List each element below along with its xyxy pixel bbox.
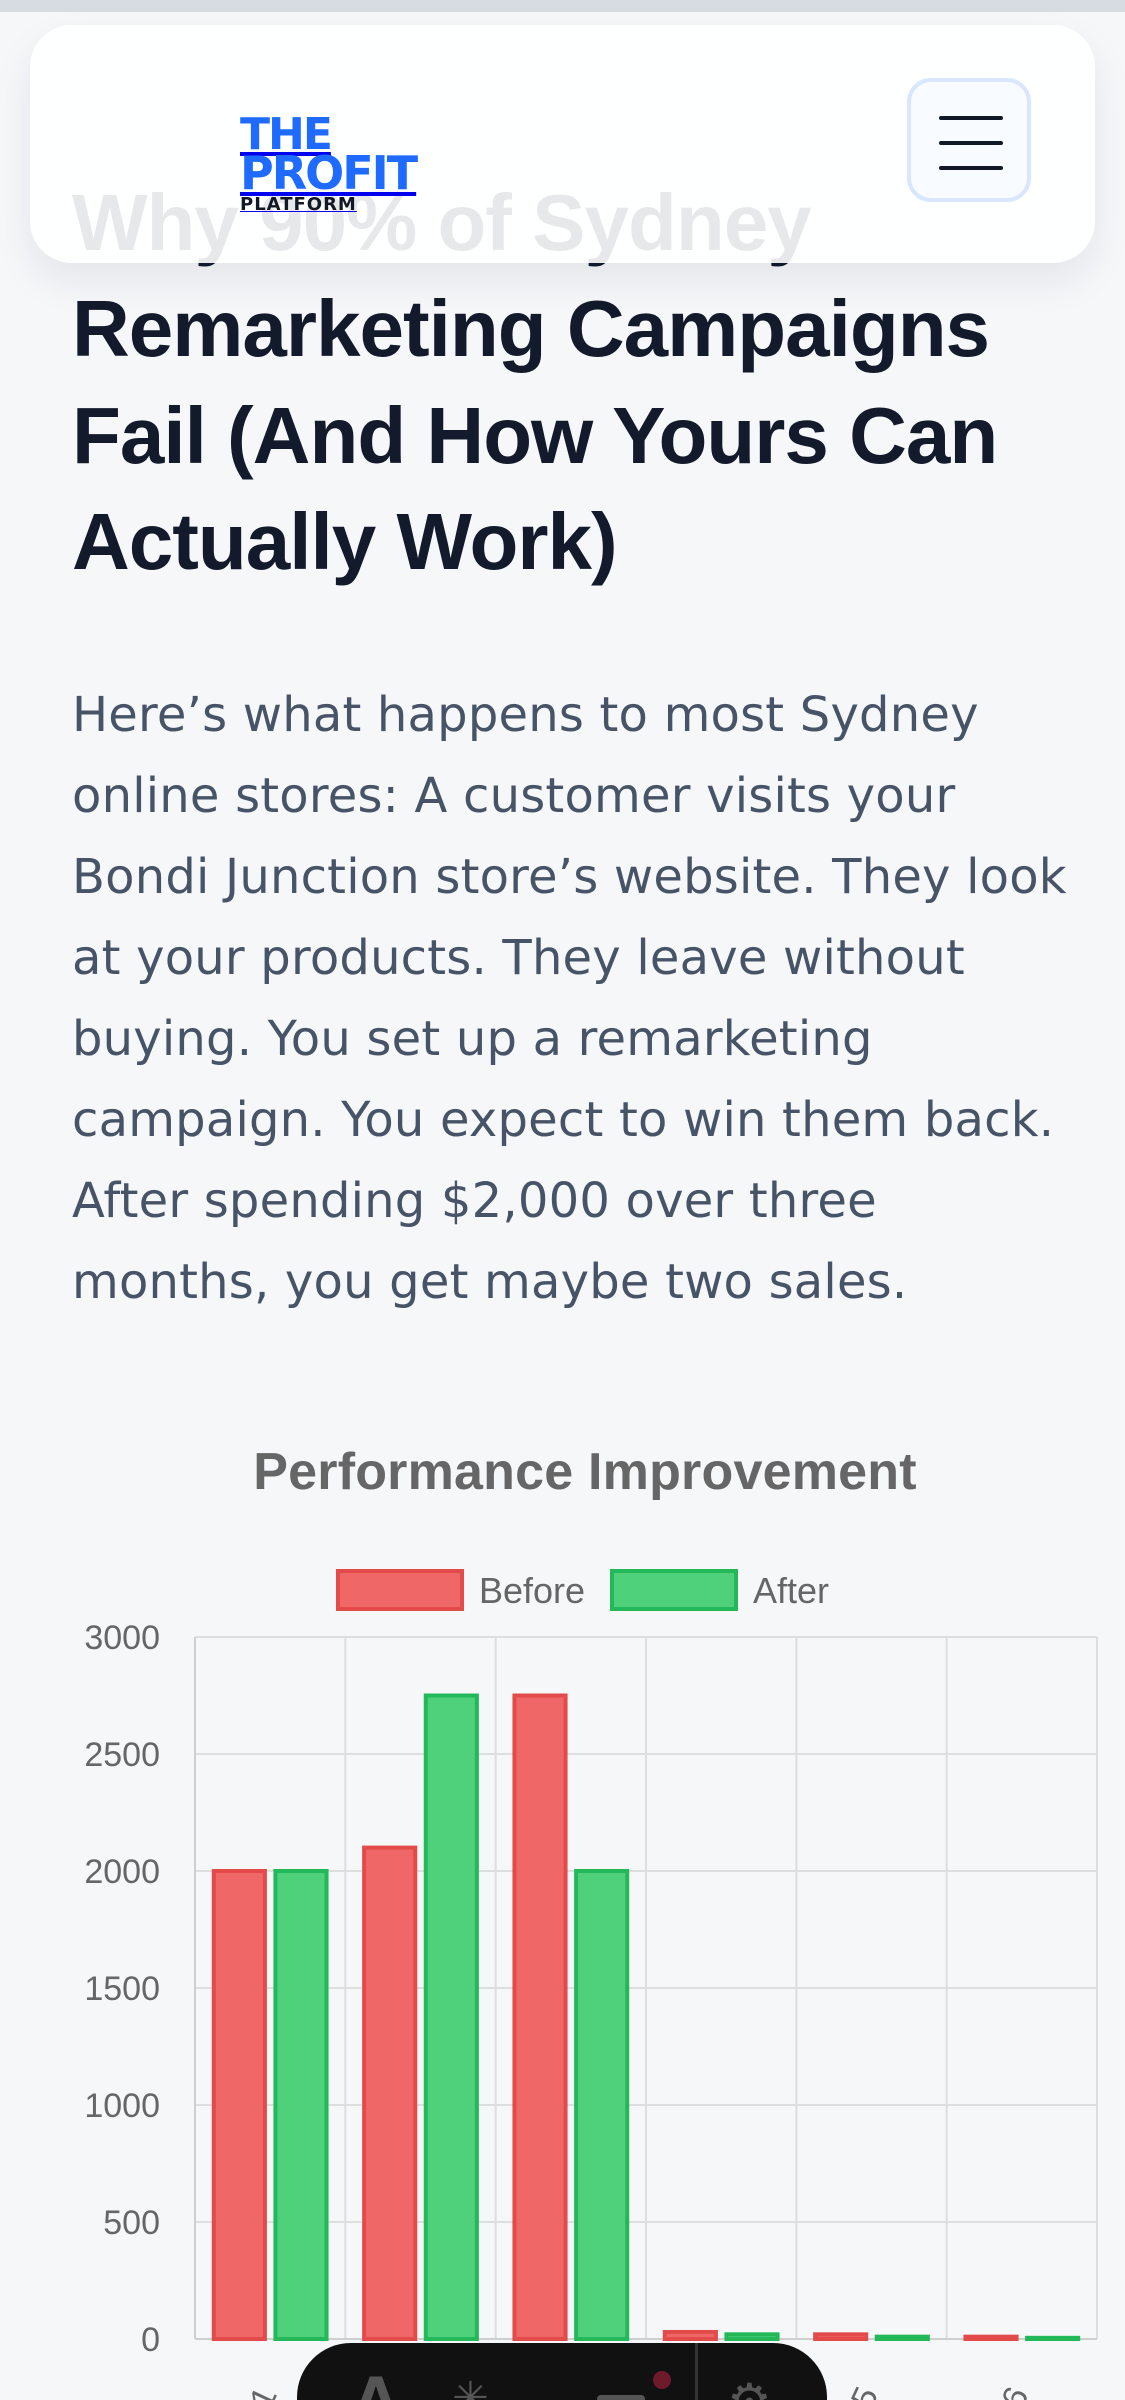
x-tick-label: 5 [844,2381,886,2400]
y-tick-label: 1500 [84,1970,160,2008]
x-tick-label: 6 [994,2381,1036,2400]
legend-swatch-before [336,1569,464,1611]
minus-icon[interactable] [597,2395,645,2400]
article-intro: Here’s what happens to most Sydney onlin… [72,687,1067,1310]
logo-platform: PLATFORM [240,193,357,215]
hamburger-line-top [939,116,1003,120]
y-tick-label: 2500 [84,1736,160,1774]
bar-after-4 [724,2332,780,2342]
sparkle-icon[interactable]: ✳ [452,2377,489,2400]
hamburger-line-bottom [939,166,1003,170]
font-icon[interactable]: A [355,2371,397,2400]
logo-profit: PROFIT [240,145,418,200]
recording-dot-icon [653,2371,671,2389]
hamburger-line-middle [939,141,1003,145]
legend-label-after: After [753,1570,829,1611]
bar-after-6 [1025,2335,1081,2342]
bar-before-3 [512,1693,568,2341]
hamburger-icon [939,116,1003,170]
y-tick-label: 1000 [84,2087,160,2125]
performance-chart: 300025002000150010005000BeforeAfter12345… [84,1569,1098,2400]
site-header: THE PROFIT PLATFORM [30,25,1095,263]
chart-layer: 300025002000150010005000BeforeAfter12345… [84,1569,1098,2400]
y-tick-label: 0 [141,2321,160,2359]
gear-icon[interactable]: ⚙ [727,2377,772,2400]
bar-after-5 [874,2334,930,2341]
bar-before-2 [362,1845,418,2341]
chart-title: Performance Improvement [253,1443,917,1501]
top-strip [0,0,1125,12]
bottom-toolbar: A ✳ ⚙ [297,2343,827,2400]
y-tick-label: 3000 [84,1619,160,1657]
y-tick-label: 2000 [84,1853,160,1891]
bar-after-2 [423,1693,479,2341]
bar-before-4 [662,2329,718,2341]
brand-logo[interactable]: THE PROFIT PLATFORM [240,113,470,235]
bar-before-1 [211,1869,267,2341]
legend-swatch-after [610,1569,738,1611]
bar-before-5 [813,2332,869,2342]
toolbar-divider [695,2343,698,2400]
bar-before-6 [963,2334,1019,2341]
x-tick-label: 1 [242,2381,284,2400]
bar-after-3 [574,1869,630,2341]
article-page: THE PROFIT PLATFORM Why 90% of Sydney Re… [0,0,1125,2400]
bar-after-1 [273,1869,329,2341]
legend-label-before: Before [479,1570,585,1611]
hamburger-menu-button[interactable] [907,78,1031,202]
y-tick-label: 500 [103,2204,160,2242]
